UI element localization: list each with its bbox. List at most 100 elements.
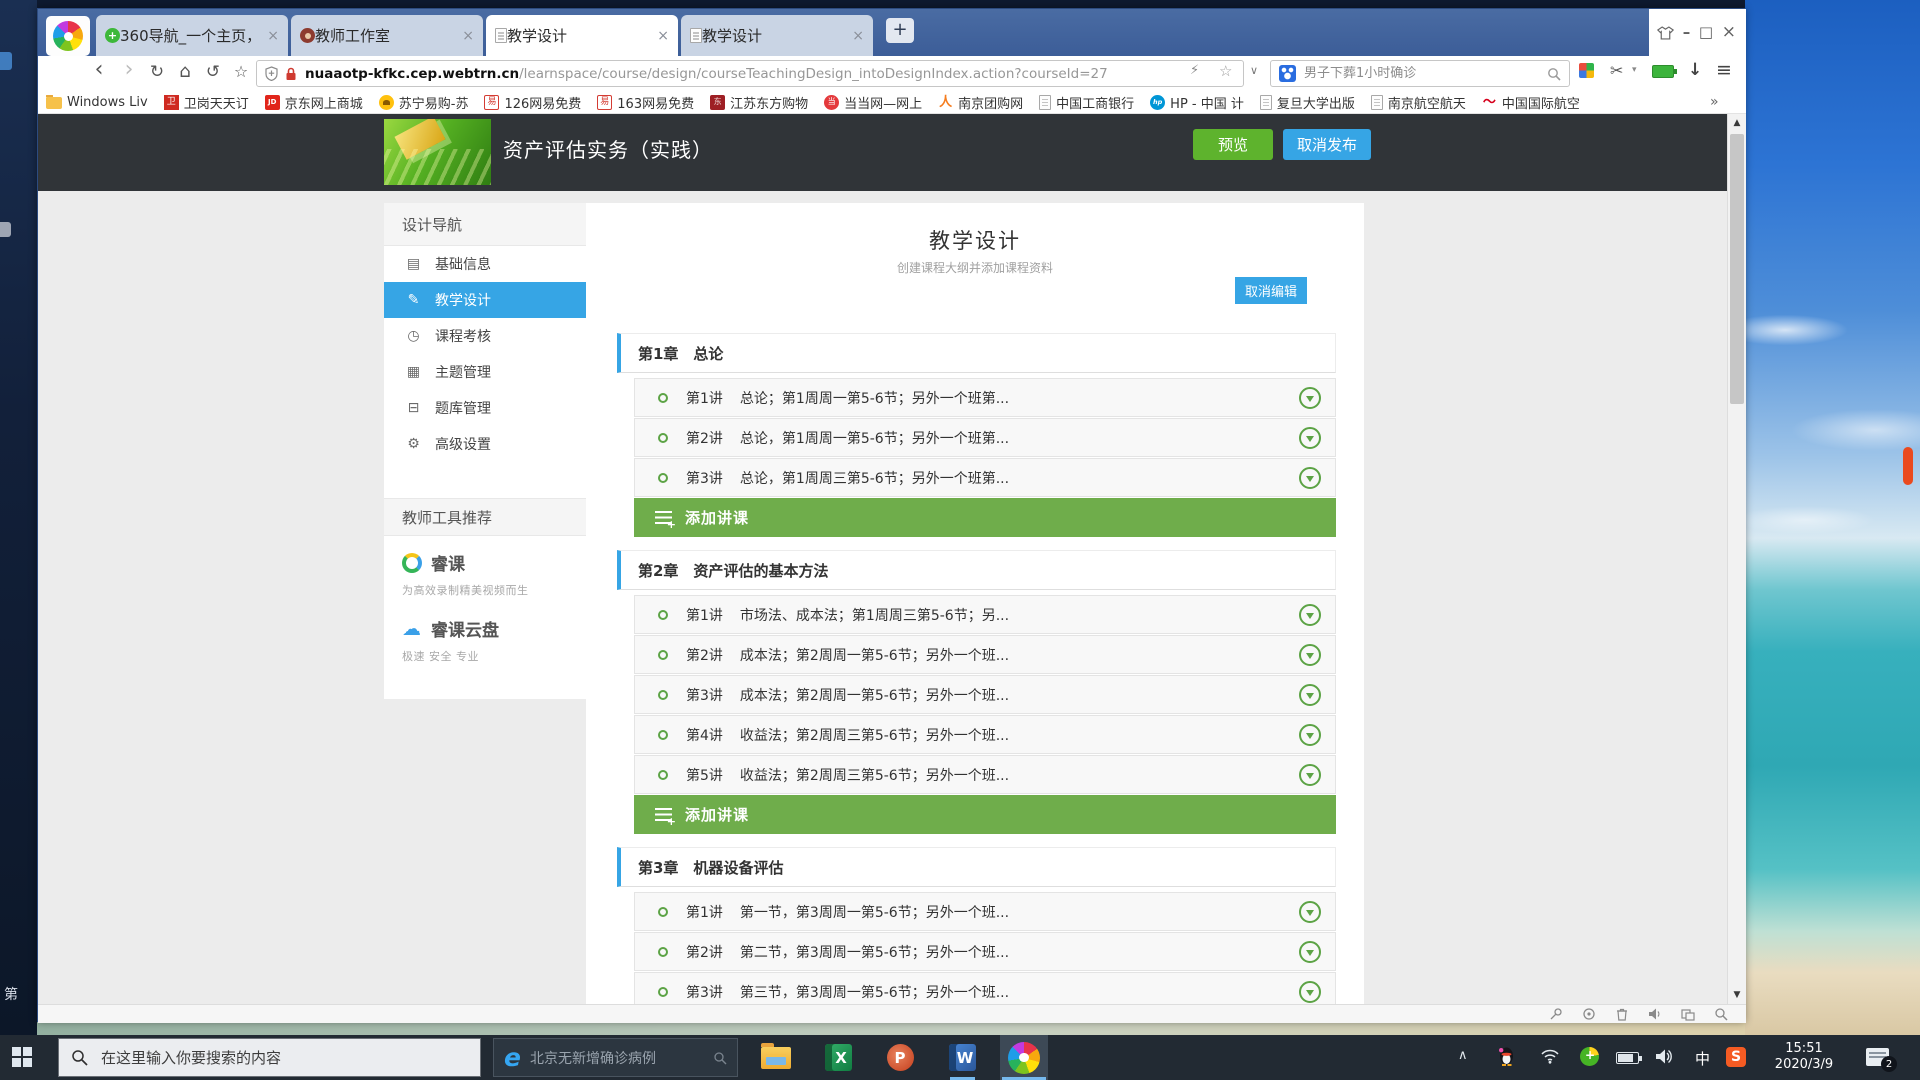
bookmark-item[interactable]: 126网易免费: [484, 93, 581, 112]
downloads-icon[interactable]: [1688, 60, 1702, 80]
bookmark-item[interactable]: Windows Liv: [46, 95, 148, 110]
lecture-row[interactable]: 第3讲 成本法；第2周周一第5-6节；另外一个班...: [634, 675, 1336, 714]
browser-tab[interactable]: 360导航_一个主页，整个: [96, 15, 288, 56]
forward-button[interactable]: [117, 57, 141, 82]
tab-close-icon[interactable]: [267, 28, 279, 44]
taskbar-360-browser[interactable]: [1000, 1035, 1048, 1080]
browser-search-box[interactable]: [1270, 60, 1570, 87]
expand-caret-icon[interactable]: [1299, 427, 1321, 449]
scroll-down-icon[interactable]: [1728, 990, 1746, 1000]
lecture-row[interactable]: 第4讲 收益法；第2周周三第5-6节；另外一个班...: [634, 715, 1336, 754]
browser-medal-icon[interactable]: [1652, 65, 1674, 78]
tray-chevron-icon[interactable]: [1458, 1048, 1468, 1063]
taskbar-word[interactable]: W: [938, 1035, 986, 1080]
split-window-icon[interactable]: [1681, 1007, 1695, 1021]
search-engine-icon[interactable]: [1279, 65, 1296, 82]
scrollbar-thumb[interactable]: [1730, 134, 1744, 404]
address-bar[interactable]: nuaaotp-kfkc.cep.webtrn.cn/learnspace/co…: [256, 60, 1244, 87]
mute-speaker-icon[interactable]: [1648, 1007, 1662, 1021]
taskbar-powerpoint[interactable]: P: [876, 1035, 924, 1080]
lecture-row[interactable]: 第1讲 总论；第1周周一第5-6节；另外一个班第...: [634, 378, 1336, 417]
sidebar-item[interactable]: 题库管理: [384, 390, 586, 426]
home-button[interactable]: [173, 61, 197, 82]
input-method-indicator[interactable]: 中: [1695, 1048, 1710, 1069]
zoom-icon[interactable]: [1714, 1007, 1728, 1021]
news-widget[interactable]: e 北京无新增确诊病例: [493, 1038, 738, 1077]
sidebar-item[interactable]: 主题管理: [384, 354, 586, 390]
taskbar-clock[interactable]: 15:51 2020/3/9: [1763, 1041, 1845, 1073]
expand-caret-icon[interactable]: [1299, 684, 1321, 706]
speaker-tray-icon[interactable]: [1655, 1048, 1674, 1065]
theme-shirt-icon[interactable]: [1657, 26, 1674, 40]
qq-tray-icon[interactable]: [1498, 1046, 1515, 1066]
expand-caret-icon[interactable]: [1299, 724, 1321, 746]
expand-caret-icon[interactable]: [1299, 941, 1321, 963]
screenshot-scissors-icon[interactable]: [1610, 61, 1623, 80]
expand-caret-icon[interactable]: [1299, 604, 1321, 626]
lecture-row[interactable]: 第2讲 成本法；第2周周一第5-6节；另外一个班...: [634, 635, 1336, 674]
menu-icon[interactable]: [1716, 59, 1732, 81]
maximize-button[interactable]: [1699, 25, 1713, 40]
expand-caret-icon[interactable]: [1299, 764, 1321, 786]
browser-logo-button[interactable]: [46, 16, 90, 56]
bookmark-item[interactable]: HP - 中国 计: [1150, 93, 1244, 112]
unpublish-button[interactable]: 取消发布: [1283, 129, 1371, 160]
taskbar-search-box[interactable]: [58, 1038, 481, 1077]
taskbar-file-explorer[interactable]: [752, 1035, 800, 1080]
bookmark-item[interactable]: 卫岗天天订: [164, 93, 249, 112]
sidebar-item[interactable]: 基础信息: [384, 246, 586, 282]
wifi-tray-icon[interactable]: [1540, 1048, 1560, 1064]
expand-caret-icon[interactable]: [1299, 387, 1321, 409]
preview-button[interactable]: 预览: [1193, 129, 1273, 160]
browser-search-input[interactable]: [1304, 66, 1547, 81]
tab-close-icon[interactable]: [462, 28, 474, 44]
bookmark-item[interactable]: 中国国际航空: [1482, 93, 1580, 112]
sidebar-item[interactable]: 教学设计: [384, 282, 586, 318]
lecture-row[interactable]: 第2讲 总论，第1周周一第5-6节；另外一个班第...: [634, 418, 1336, 457]
back-button[interactable]: [87, 57, 111, 82]
minimize-button[interactable]: [1683, 25, 1691, 40]
bookmarks-overflow-chevron[interactable]: »: [1710, 94, 1719, 110]
new-tab-button[interactable]: +: [886, 18, 914, 43]
favorite-star-button[interactable]: [229, 62, 253, 81]
refresh-button[interactable]: [145, 62, 169, 82]
expand-caret-icon[interactable]: [1299, 981, 1321, 1003]
expand-caret-icon[interactable]: [1299, 467, 1321, 489]
app-grid-icon[interactable]: [1579, 63, 1594, 78]
start-button[interactable]: [12, 1047, 33, 1068]
page-scrollbar[interactable]: [1727, 114, 1746, 1004]
expand-caret-icon[interactable]: [1299, 644, 1321, 666]
site-shield-icon[interactable]: [265, 66, 278, 81]
close-button[interactable]: [1722, 24, 1736, 41]
browser-tab[interactable]: 教学设计: [486, 15, 678, 56]
lecture-row[interactable]: 第1讲 市场法、成本法；第1周周三第5-6节；另...: [634, 595, 1336, 634]
add-lecture-button[interactable]: 添加讲课: [634, 795, 1336, 834]
lecture-row[interactable]: 第2讲 第二节，第3周周一第5-6节；另外一个班...: [634, 932, 1336, 971]
search-magnifier-icon[interactable]: [1547, 67, 1561, 81]
lecture-row[interactable]: 第3讲 总论，第1周周三第5-6节；另外一个班第...: [634, 458, 1336, 497]
lecture-row[interactable]: 第1讲 第一节，第3周周一第5-6节；另外一个班...: [634, 892, 1336, 931]
bookmark-item[interactable]: 复旦大学出版: [1260, 93, 1355, 112]
tab-close-icon[interactable]: [852, 28, 864, 44]
bookmark-item[interactable]: 中国工商银行: [1039, 93, 1134, 112]
battery-tray-icon[interactable]: [1616, 1052, 1639, 1064]
add-lecture-button[interactable]: 添加讲课: [634, 498, 1336, 537]
bookmark-item[interactable]: 163网易免费: [597, 93, 694, 112]
scissors-dropdown-icon[interactable]: [1632, 65, 1637, 75]
trash-icon[interactable]: [1615, 1007, 1629, 1021]
extension-bolt-icon[interactable]: [1190, 63, 1199, 78]
scroll-up-icon[interactable]: [1728, 118, 1746, 128]
bookmark-item[interactable]: 江苏东方购物: [710, 93, 808, 112]
sidebar-item[interactable]: 课程考核: [384, 318, 586, 354]
taskbar-excel[interactable]: X: [814, 1035, 862, 1080]
lecture-row[interactable]: 第5讲 收益法；第2周周三第5-6节；另外一个班...: [634, 755, 1336, 794]
bookmark-page-icon[interactable]: [1219, 62, 1232, 80]
bookmark-item[interactable]: 南京航空航天: [1371, 93, 1466, 112]
tab-close-icon[interactable]: [657, 28, 669, 44]
tool-promo[interactable]: 睿课 为高效录制精美视频而生: [384, 536, 586, 602]
sogou-tray-icon[interactable]: S: [1726, 1047, 1746, 1067]
restore-session-button[interactable]: [201, 62, 225, 82]
sidebar-item[interactable]: 高级设置: [384, 426, 586, 462]
lecture-row[interactable]: 第3讲 第三节，第3周周一第5-6节；另外一个班...: [634, 972, 1336, 1004]
taskbar-search-input[interactable]: [101, 1049, 468, 1067]
